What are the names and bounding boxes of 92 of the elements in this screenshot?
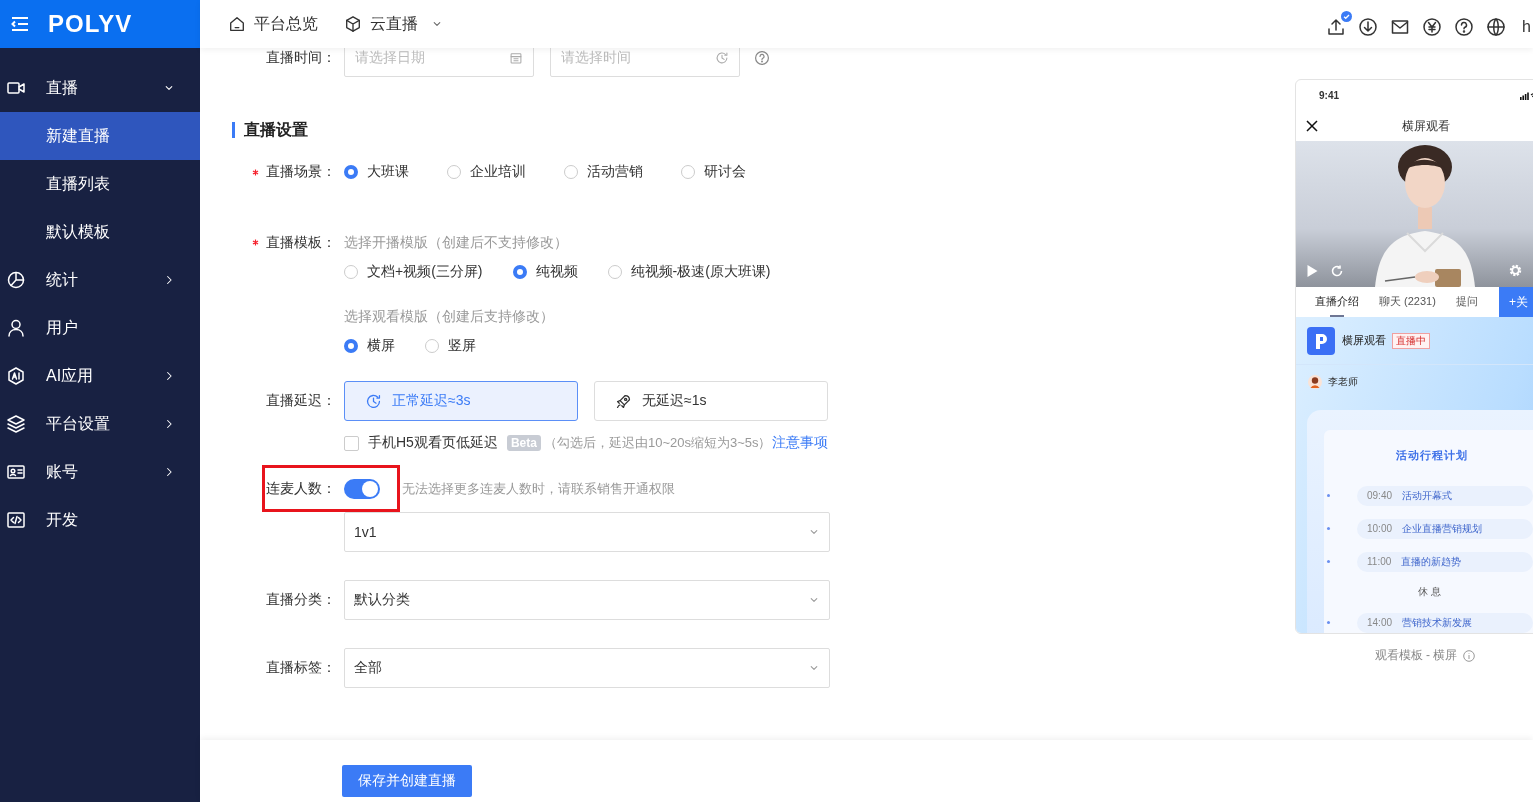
refresh-icon[interactable] [1331, 265, 1343, 277]
sidebar-item[interactable]: AI应用 [0, 352, 200, 400]
schedule-title-text: 营销技术新发展 [1402, 615, 1473, 630]
delay-option[interactable]: 无延迟≈1s [594, 381, 828, 421]
schedule-title: 活动行程计划 [1394, 448, 1469, 463]
host-name: 李老师 [1328, 374, 1358, 389]
help-icon [1454, 17, 1475, 37]
schedule-title-text: 活动开幕式 [1402, 488, 1453, 503]
field-label: 直播延迟： [265, 392, 337, 410]
radio-option[interactable]: 企业培训 [447, 163, 526, 181]
follow-button[interactable]: +关 [1499, 287, 1533, 317]
schedule-time: 09:40 [1367, 490, 1393, 501]
code-icon [6, 510, 26, 530]
settings-icon[interactable] [1509, 264, 1522, 277]
globe-icon [1486, 17, 1507, 37]
tab[interactable]: 提问 [1455, 287, 1478, 317]
schedule-time: 14:00 [1367, 617, 1393, 628]
radio-option[interactable]: 文档+视频(三分屏) [344, 263, 483, 281]
schedule-time: 11:00 [1367, 556, 1392, 567]
sidebar-subitem[interactable]: 默认模板 [0, 208, 200, 256]
radio-option[interactable]: 竖屏 [425, 337, 476, 355]
field-label: 直播模板： [250, 226, 344, 258]
radio-option[interactable]: 活动营销 [564, 163, 643, 181]
tab[interactable]: 聊天 (2231) [1379, 287, 1436, 317]
layers-icon [6, 414, 26, 434]
field-label: 直播分类： [265, 591, 337, 609]
schedule-title-text: 企业直播营销规划 [1402, 521, 1483, 536]
notice-link[interactable]: 注意事项 [771, 434, 828, 452]
schedule-title-text: 直播的新趋势 [1401, 554, 1462, 569]
user-icon [6, 318, 26, 338]
toggle-switch[interactable] [344, 479, 380, 499]
sidebar-item[interactable]: 统计 [0, 256, 200, 304]
preview-caption: 观看模板 - 横屏 [1374, 647, 1458, 664]
menu-icon[interactable] [10, 14, 30, 34]
radio-option[interactable]: 研讨会 [681, 163, 746, 181]
field-hint: 选择观看模版（创建后支持修改） [344, 307, 555, 326]
clock-icon [365, 392, 382, 410]
chart-icon [6, 270, 26, 290]
sidebar-subitem[interactable]: 新建直播 [0, 112, 200, 160]
ai-icon [6, 366, 26, 386]
radio-option[interactable]: 大班课 [344, 163, 409, 181]
checkbox-label[interactable]: 手机H5观看页低延迟 [368, 434, 498, 452]
page-title: 横屏观看 [1402, 117, 1450, 135]
note-text: （勾选后，延迟由10~20s缩短为3~5s） [543, 434, 772, 452]
sidebar-item[interactable]: 账号 [0, 448, 200, 496]
rocket-icon [615, 392, 632, 410]
break-label: 休 息 [1418, 585, 1441, 599]
sidebar-item[interactable]: 直播 [0, 64, 200, 112]
check-badge-icon [1341, 11, 1353, 22]
toolbar-button[interactable] [1326, 11, 1353, 37]
field-hint: 无法选择更多连麦人数时，请联系销售开通权限 [402, 480, 675, 498]
sidebar-item[interactable]: 用户 [0, 304, 200, 352]
download-icon [1358, 17, 1379, 37]
channel-name: 横屏观看 [1342, 333, 1386, 348]
channel-logo [1307, 326, 1335, 355]
delay-option[interactable]: 正常延迟≈3s [344, 381, 578, 421]
select-field[interactable]: 默认分类 [344, 580, 830, 620]
checkbox[interactable] [344, 435, 359, 451]
select-field[interactable]: 全部 [344, 648, 830, 688]
field-label: 直播场景： [250, 163, 344, 181]
sidebar-subitem[interactable]: 直播列表 [0, 160, 200, 208]
card-icon [6, 462, 26, 482]
logo[interactable]: POLYV [48, 10, 133, 38]
field-hint: 选择开播模版（创建后不支持修改） [344, 233, 569, 252]
upload-icon [1326, 17, 1347, 37]
top-nav-link[interactable]: 平台总览 [228, 13, 318, 35]
field-label: 连麦人数： [265, 480, 337, 498]
radio-option[interactable]: 横屏 [344, 337, 395, 355]
field-label: 直播时间： [265, 49, 337, 67]
schedule-time: 10:00 [1367, 523, 1393, 534]
select-field[interactable]: 1v1 [344, 512, 830, 552]
top-nav-link[interactable]: 云直播 [344, 13, 444, 35]
home-icon [228, 15, 246, 33]
help-icon [754, 50, 770, 66]
user-name[interactable]: h [1522, 17, 1531, 37]
avatar-icon [1308, 374, 1322, 389]
close-icon[interactable] [1306, 120, 1318, 132]
sidebar-item[interactable]: 开发 [0, 496, 200, 544]
field-label: 直播标签： [265, 659, 337, 677]
status-time: 9:41 [1319, 90, 1339, 101]
tab[interactable]: 直播介绍 [1315, 287, 1359, 317]
mail-icon [1390, 17, 1411, 37]
calendar-icon [509, 51, 523, 65]
radio-option[interactable]: 纯视频 [512, 263, 578, 281]
clock-icon [715, 51, 729, 65]
yen-icon [1422, 17, 1443, 37]
live-badge: 直播中 [1392, 332, 1430, 349]
sidebar-item[interactable]: 平台设置 [0, 400, 200, 448]
cube-icon [344, 15, 362, 33]
save-button[interactable]: 保存并创建直播 [342, 765, 472, 797]
radio-option[interactable]: 纯视频-极速(原大班课) [607, 263, 771, 281]
play-icon[interactable] [1307, 265, 1318, 277]
